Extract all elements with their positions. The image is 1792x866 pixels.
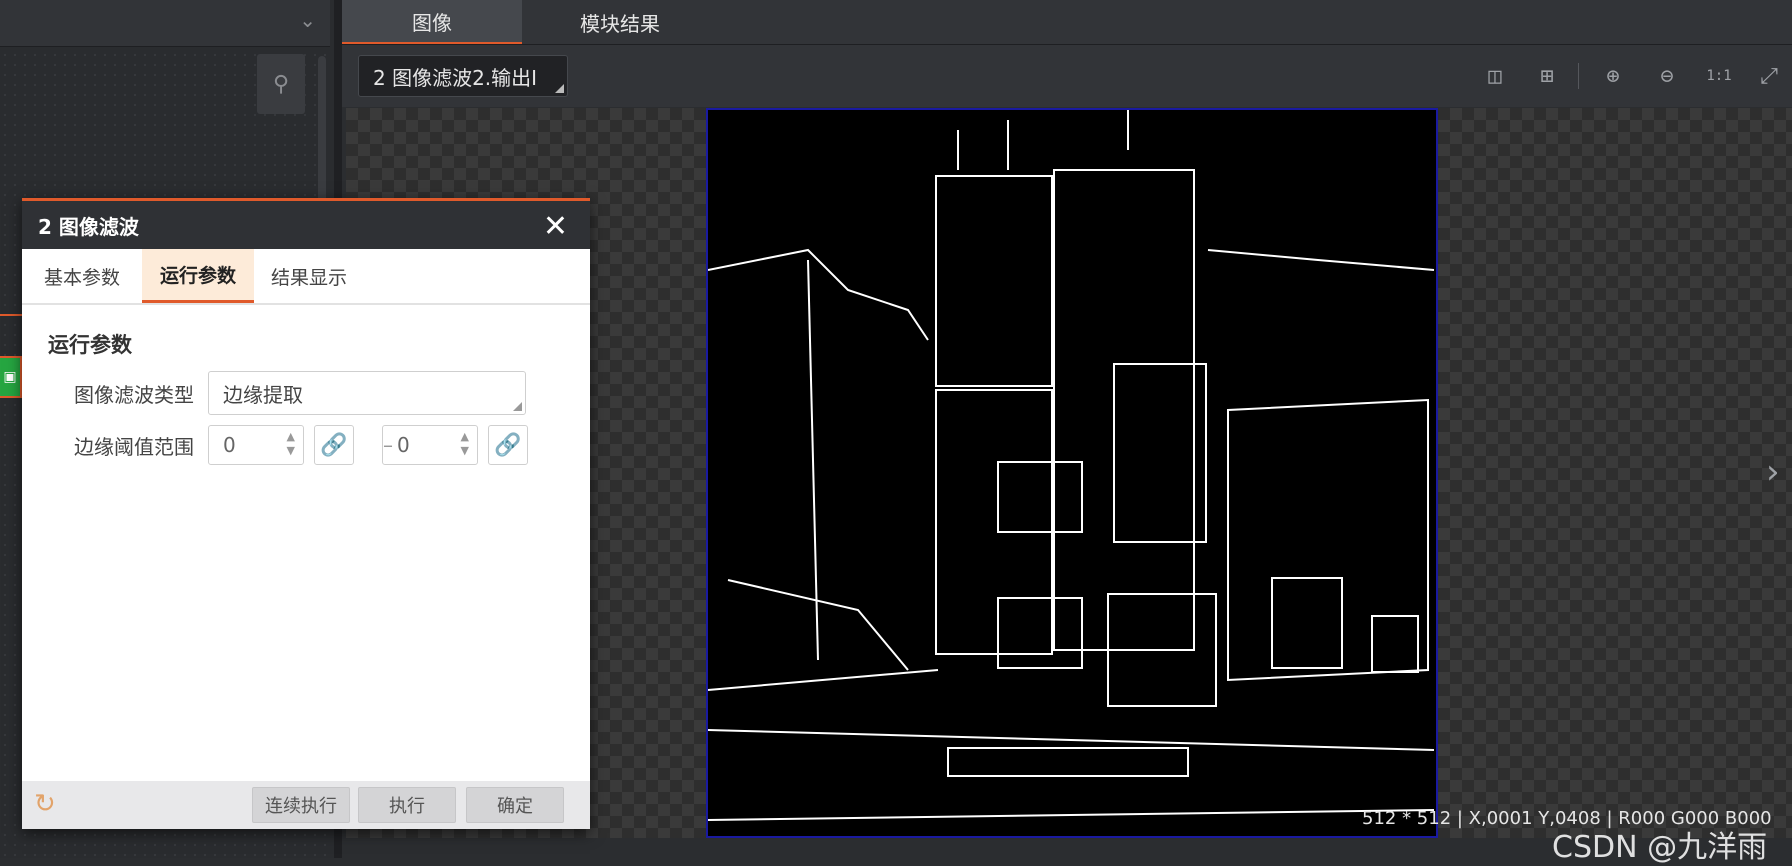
tab-image[interactable]: 图像 bbox=[342, 0, 522, 44]
view-tabbar: 图像 模块结果 bbox=[342, 0, 1792, 45]
fit-screen-icon[interactable]: ⤢ bbox=[1754, 61, 1784, 91]
zoom-in-icon[interactable]: ⊕ bbox=[1598, 61, 1628, 91]
filter-type-value: 边缘提取 bbox=[223, 382, 303, 407]
dropdown-corner-icon bbox=[513, 402, 522, 411]
threshold-min-stepper[interactable]: 0 ▲ ▼ bbox=[208, 425, 304, 465]
image-toolbar: 2 图像滤波2.输出I ◫ ⊞ ⊕ ⊖ 1:1 ⤢ bbox=[342, 45, 1792, 107]
threshold-max-value: 0 bbox=[397, 433, 410, 457]
edge-drawing bbox=[707, 110, 1435, 821]
link-icon[interactable]: 🔗 bbox=[314, 425, 354, 465]
tab-result-display[interactable]: 结果显示 bbox=[254, 249, 364, 303]
confirm-button[interactable]: 确定 bbox=[466, 787, 564, 823]
close-icon[interactable]: ✕ bbox=[543, 209, 568, 244]
threshold-max-stepper[interactable]: 0 ▲ ▼ bbox=[382, 425, 478, 465]
chevron-right-icon[interactable]: › bbox=[1766, 452, 1780, 492]
layout-grid-icon[interactable]: ⊞ bbox=[1532, 61, 1562, 91]
tab-run-params[interactable]: 运行参数 bbox=[142, 249, 254, 303]
filter-type-label: 图像滤波类型 bbox=[74, 383, 194, 407]
section-title: 运行参数 bbox=[48, 333, 132, 357]
search-icon[interactable]: ⚲ bbox=[257, 54, 305, 114]
zoom-out-icon[interactable]: ⊖ bbox=[1652, 61, 1682, 91]
dialog-tabs: 基本参数 运行参数 结果显示 bbox=[22, 249, 590, 305]
chevron-down-icon[interactable]: ⌄ bbox=[299, 8, 316, 32]
workflow-topbar: ⌄ bbox=[0, 0, 330, 47]
image-source-value: 2 图像滤波2.输出I bbox=[373, 65, 538, 90]
tab-basic-params[interactable]: 基本参数 bbox=[22, 249, 142, 303]
filter-dialog: 2 图像滤波 ✕ 基本参数 运行参数 结果显示 运行参数 图像滤波类型 边缘提取… bbox=[22, 198, 590, 829]
image-source-select[interactable]: 2 图像滤波2.输出I bbox=[358, 55, 568, 97]
filter-type-select[interactable]: 边缘提取 bbox=[208, 371, 526, 415]
dialog-footer: ↻ 连续执行 执行 确定 bbox=[22, 781, 590, 829]
toolbar-separator bbox=[1578, 63, 1579, 89]
edge-image[interactable] bbox=[706, 108, 1438, 838]
stepper-arrows-icon[interactable]: ▲ ▼ bbox=[461, 430, 469, 458]
connection-line bbox=[0, 314, 22, 316]
continuous-run-button[interactable]: 连续执行 bbox=[252, 787, 350, 823]
layout-split-icon[interactable]: ◫ bbox=[1480, 61, 1510, 91]
tab-module-result[interactable]: 模块结果 bbox=[522, 0, 718, 44]
run-button[interactable]: 执行 bbox=[358, 787, 456, 823]
watermark-text: CSDN @九洋雨 bbox=[1552, 830, 1768, 865]
workflow-node[interactable]: ▣ bbox=[0, 356, 22, 398]
actual-size-icon[interactable]: 1:1 bbox=[1704, 61, 1734, 91]
stepper-arrows-icon[interactable]: ▲ ▼ bbox=[287, 430, 295, 458]
dropdown-corner-icon bbox=[555, 84, 564, 93]
link-icon[interactable]: 🔗 bbox=[488, 425, 528, 465]
threshold-min-value: 0 bbox=[223, 433, 236, 457]
refresh-icon[interactable]: ↻ bbox=[34, 789, 56, 819]
threshold-label: 边缘阈值范围 bbox=[74, 435, 194, 459]
dialog-title: 2 图像滤波 bbox=[38, 214, 139, 239]
dialog-header[interactable]: 2 图像滤波 ✕ bbox=[22, 201, 590, 249]
